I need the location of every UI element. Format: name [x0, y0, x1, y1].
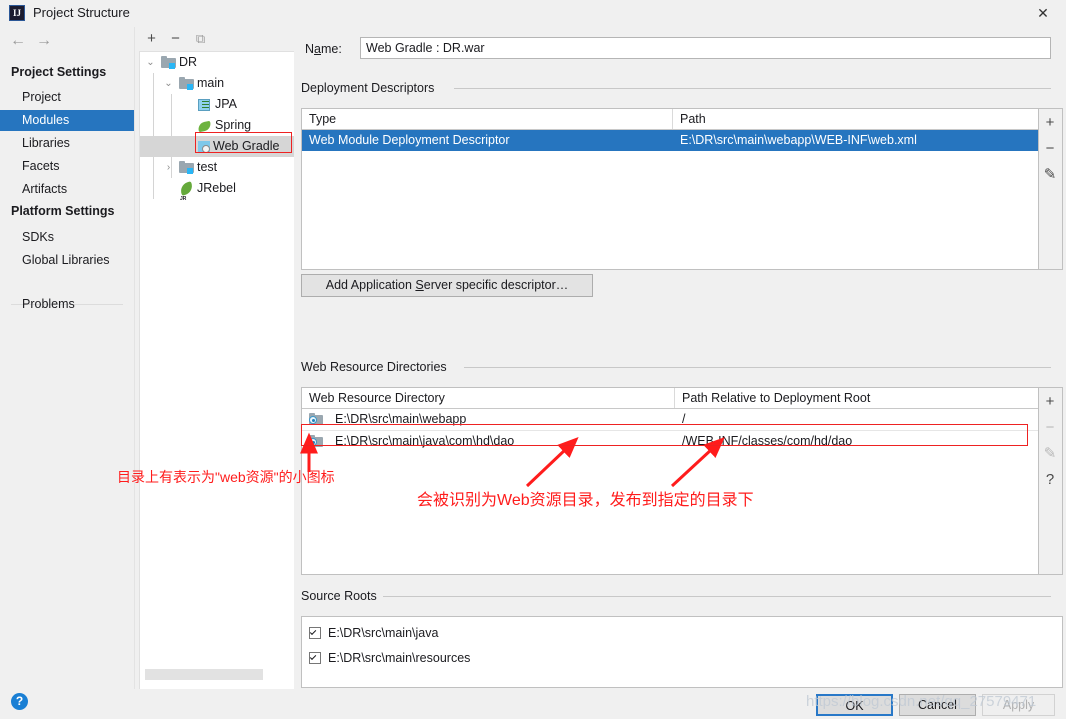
- add-module-icon[interactable]: +: [142, 30, 161, 49]
- settings-sidebar: ← → Project Settings Project Modules Lib…: [0, 27, 135, 689]
- module-tree-panel: + − ⧉ ⌄ DR ⌄ main JPA Spring Web Gradle …: [135, 27, 294, 696]
- deployment-descriptors-toolbar: + − ✎: [1039, 108, 1063, 270]
- section-rule: [380, 596, 1051, 597]
- remove-module-icon[interactable]: −: [166, 30, 185, 49]
- folder-module-icon: [161, 55, 177, 71]
- table-header: Type Path: [302, 109, 1038, 130]
- tree-node-jpa[interactable]: JPA: [140, 94, 294, 115]
- cell-path: E:\DR\src\main\webapp\WEB-INF\web.xml: [680, 133, 917, 147]
- cell-relative-path: /WEB-INF/classes/com/hd/dao: [682, 434, 853, 448]
- sidebar-item-libraries[interactable]: Libraries: [0, 133, 134, 154]
- cell-directory: E:\DR\src\main\java\com\hd\dao: [335, 434, 515, 448]
- nav-history-controls: ← →: [8, 29, 68, 53]
- jrebel-icon: [179, 181, 195, 210]
- tree-node-label: JPA: [215, 97, 237, 111]
- help-resource-icon[interactable]: ?: [1039, 468, 1061, 492]
- source-roots-list[interactable]: E:\DR\src\main\java E:\DR\src\main\resou…: [301, 616, 1063, 688]
- add-app-server-descriptor-button[interactable]: Add Application Server specific descript…: [301, 274, 593, 297]
- column-header-path-relative[interactable]: Path Relative to Deployment Root: [675, 388, 1038, 408]
- web-resource-directories-table[interactable]: Web Resource Directory Path Relative to …: [301, 387, 1039, 575]
- table-row[interactable]: Web Module Deployment Descriptor E:\DR\s…: [302, 130, 1038, 151]
- tree-node-web-gradle[interactable]: Web Gradle: [140, 136, 294, 157]
- tree-node-label: main: [197, 76, 225, 90]
- web-resource-directories-title: Web Resource Directories: [301, 360, 453, 374]
- tree-node-label: test: [197, 160, 218, 174]
- list-item[interactable]: E:\DR\src\main\java: [302, 622, 1062, 645]
- table-row[interactable]: E:\DR\src\main\java\com\hd\dao /WEB-INF/…: [302, 431, 1038, 452]
- folder-module-icon: [179, 160, 195, 176]
- web-gradle-icon: [197, 139, 213, 155]
- web-resource-directories-toolbar: + − ✎ ?: [1039, 387, 1063, 575]
- sidebar-item-problems[interactable]: Problems: [0, 294, 134, 315]
- app-icon: IJ: [9, 5, 25, 21]
- add-descriptor-icon[interactable]: +: [1039, 111, 1061, 135]
- tree-node-spring[interactable]: Spring: [140, 115, 294, 136]
- tree-node-main[interactable]: ⌄ main: [140, 73, 294, 94]
- tree-node-label: JRebel: [197, 181, 236, 195]
- remove-resource-icon[interactable]: −: [1039, 416, 1061, 440]
- window-title: Project Structure: [33, 5, 130, 20]
- source-roots-title: Source Roots: [301, 589, 383, 603]
- web-resource-folder-icon: [309, 413, 324, 426]
- title-bar: IJ Project Structure ✕: [0, 0, 1066, 28]
- source-root-checkbox[interactable]: [309, 627, 321, 639]
- tree-horizontal-scrollbar[interactable]: [145, 669, 263, 680]
- table-header: Web Resource Directory Path Relative to …: [302, 388, 1038, 409]
- sidebar-item-modules[interactable]: Modules: [0, 110, 134, 131]
- spring-icon: [197, 118, 213, 134]
- module-detail-pane: Name: Web Gradle : DR.war Deployment Des…: [294, 27, 1066, 689]
- name-input[interactable]: Web Gradle : DR.war: [360, 37, 1051, 59]
- back-arrow-icon[interactable]: ←: [8, 31, 28, 51]
- tree-node-label: Web Gradle: [213, 139, 280, 153]
- watermark-text: https://blog.csdn.net/qq_27579471: [806, 693, 1037, 710]
- cell-relative-path: /: [682, 412, 686, 426]
- jpa-icon: [197, 97, 213, 113]
- tree-node-label: DR: [179, 55, 198, 69]
- edit-resource-icon[interactable]: ✎: [1039, 442, 1061, 466]
- tree-node-label: Spring: [215, 118, 252, 132]
- cell-type: Web Module Deployment Descriptor: [309, 133, 510, 147]
- annotation-note-icon: 目录上有表示为"web资源"的小图标: [117, 469, 335, 485]
- list-item[interactable]: E:\DR\src\main\resources: [302, 647, 1062, 670]
- table-row[interactable]: E:\DR\src\main\webapp /: [302, 409, 1038, 430]
- deployment-descriptors-title: Deployment Descriptors: [301, 81, 441, 95]
- section-rule: [464, 367, 1051, 368]
- annotation-note-resource: 会被识别为Web资源目录，发布到指定的目录下: [417, 492, 754, 509]
- chevron-right-icon[interactable]: ›: [162, 157, 175, 178]
- forward-arrow-icon[interactable]: →: [34, 31, 54, 51]
- close-icon[interactable]: ✕: [1020, 0, 1066, 27]
- nav-group-project-settings: Project Settings: [11, 65, 107, 79]
- edit-descriptor-icon[interactable]: ✎: [1039, 163, 1061, 187]
- nav-group-platform-settings: Platform Settings: [11, 204, 115, 218]
- chevron-down-icon[interactable]: ⌄: [162, 73, 175, 94]
- source-root-label: E:\DR\src\main\resources: [328, 651, 471, 665]
- folder-module-icon: [179, 76, 195, 92]
- module-tree[interactable]: ⌄ DR ⌄ main JPA Spring Web Gradle › test…: [139, 51, 294, 696]
- cell-directory: E:\DR\src\main\webapp: [335, 412, 467, 426]
- section-rule: [454, 88, 1051, 89]
- sidebar-item-artifacts[interactable]: Artifacts: [0, 179, 134, 200]
- column-header-web-resource-directory[interactable]: Web Resource Directory: [302, 388, 674, 408]
- name-label: Name:: [305, 42, 342, 56]
- column-header-path[interactable]: Path: [673, 109, 1038, 129]
- sidebar-item-global-libraries[interactable]: Global Libraries: [0, 250, 134, 271]
- chevron-down-icon[interactable]: ⌄: [144, 52, 157, 73]
- tree-node-dr[interactable]: ⌄ DR: [140, 52, 294, 73]
- sidebar-item-facets[interactable]: Facets: [0, 156, 134, 177]
- source-root-label: E:\DR\src\main\java: [328, 626, 439, 640]
- sidebar-item-project[interactable]: Project: [0, 87, 134, 108]
- deployment-descriptors-table[interactable]: Type Path Web Module Deployment Descript…: [301, 108, 1039, 270]
- copy-module-icon[interactable]: ⧉: [191, 30, 210, 49]
- add-resource-icon[interactable]: +: [1039, 390, 1061, 414]
- web-resource-folder-icon: [309, 435, 324, 448]
- remove-descriptor-icon[interactable]: −: [1039, 137, 1061, 161]
- column-header-type[interactable]: Type: [302, 109, 672, 129]
- tree-node-test[interactable]: › test: [140, 157, 294, 178]
- tree-node-jrebel[interactable]: JRebel: [140, 178, 294, 210]
- sidebar-item-sdks[interactable]: SDKs: [0, 227, 134, 248]
- help-icon[interactable]: ?: [11, 693, 28, 710]
- module-tree-toolbar: + − ⧉: [135, 27, 294, 51]
- source-root-checkbox[interactable]: [309, 652, 321, 664]
